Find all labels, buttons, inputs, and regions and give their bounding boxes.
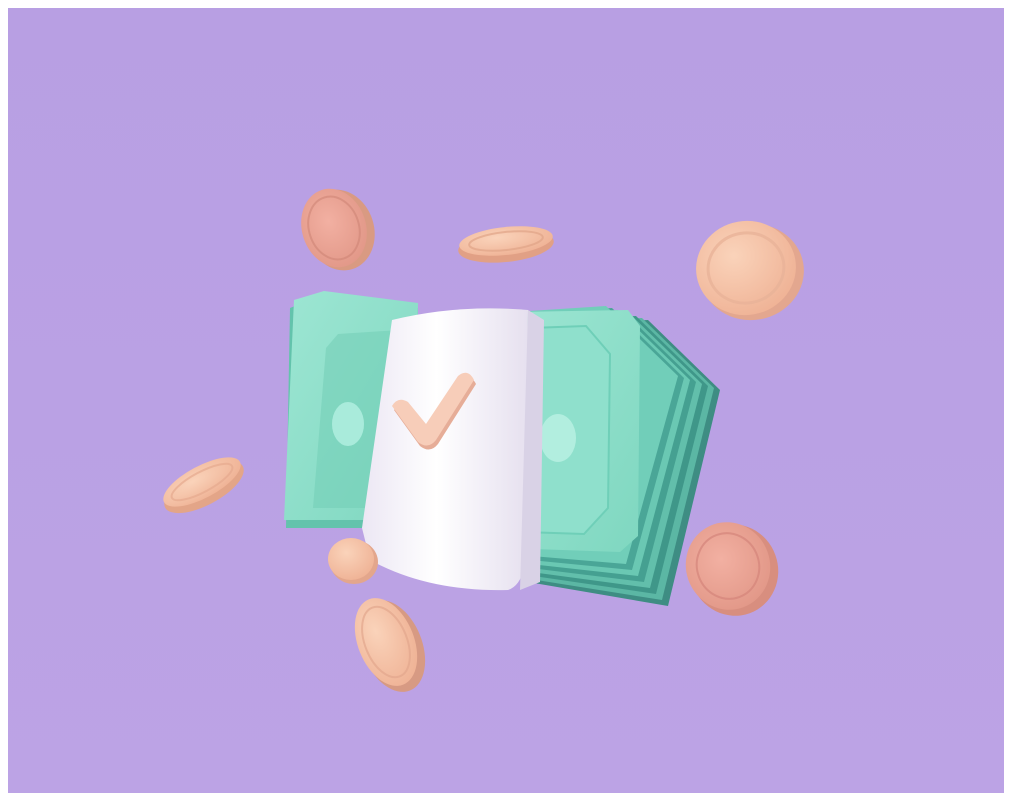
money-band: [362, 308, 544, 591]
money-illustration: [8, 8, 1004, 793]
bill-left-oval: [332, 402, 364, 446]
bill-right-oval: [540, 414, 576, 462]
image-frame: [0, 0, 1012, 801]
illustration-canvas: [8, 8, 1004, 793]
